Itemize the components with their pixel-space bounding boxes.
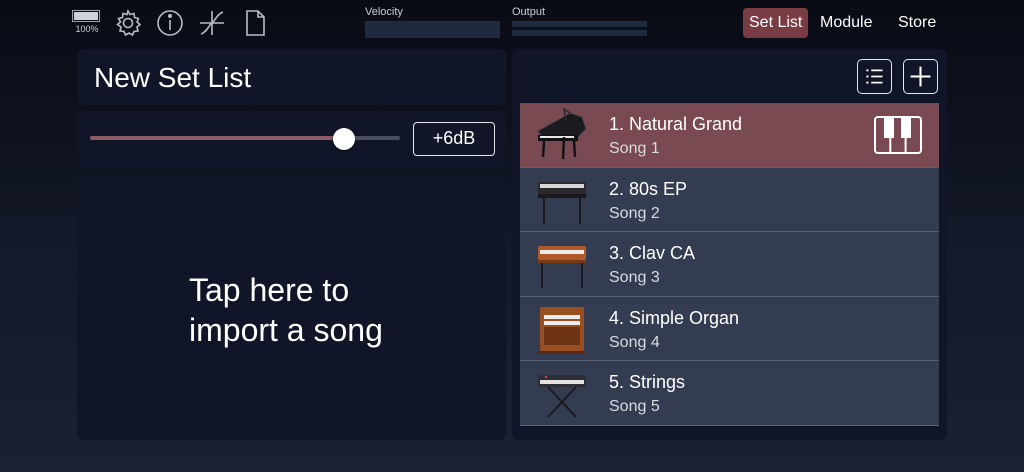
volume-panel: +6dB	[77, 111, 506, 167]
import-prompt: Tap here to import a song	[189, 270, 383, 350]
volume-slider-thumb[interactable]	[333, 128, 356, 150]
piano-keys-icon[interactable]	[873, 115, 923, 155]
document-icon[interactable]	[240, 8, 270, 38]
song-name: 1. Natural Grand	[609, 114, 743, 134]
gain-button[interactable]: +6dB	[413, 122, 495, 156]
song-name: 5. Strings	[609, 372, 686, 392]
gear-icon[interactable]	[113, 8, 143, 38]
organ-thumbnail	[530, 301, 594, 357]
song-row-3[interactable]: 3. Clav CA Song 3	[520, 232, 939, 297]
add-song-button[interactable]	[903, 59, 938, 94]
electric-piano-thumbnail	[530, 172, 594, 228]
list-view-button[interactable]	[857, 59, 892, 94]
battery-percent: 100%	[75, 24, 99, 34]
song-subtitle: Song 5	[609, 398, 660, 415]
output-meter: Output	[512, 6, 647, 36]
velocity-meter: Velocity	[365, 6, 500, 38]
list-icon	[866, 69, 883, 84]
import-song-area[interactable]: Tap here to import a song	[77, 173, 506, 440]
import-line-1: Tap here to	[189, 272, 350, 308]
setlist-title-panel: New Set List	[77, 49, 506, 105]
output-meter-left	[512, 21, 647, 27]
song-subtitle: Song 4	[609, 333, 660, 351]
song-subtitle: Song 1	[609, 140, 660, 157]
song-list: 1. Natural Grand Song 1 2. 80s EP Song 2…	[520, 103, 939, 426]
velocity-label: Velocity	[365, 6, 403, 18]
velocity-meter-bar	[365, 21, 500, 38]
import-line-2: import a song	[189, 312, 383, 348]
plus-icon	[910, 66, 931, 87]
info-icon[interactable]	[155, 8, 185, 38]
grand-piano-thumbnail	[530, 107, 594, 163]
song-row-1[interactable]: 1. Natural Grand Song 1	[520, 103, 939, 168]
song-name: 4. Simple Organ	[609, 307, 740, 328]
synth-strings-thumbnail	[530, 365, 594, 421]
tab-set-list[interactable]: Set List	[743, 8, 809, 38]
song-subtitle: Song 3	[609, 269, 660, 286]
song-subtitle: Song 2	[609, 204, 660, 222]
tab-store[interactable]: Store	[892, 8, 942, 38]
output-meter-right	[512, 30, 647, 36]
top-bar: 100% Velocity Output Set List Module Sto…	[0, 0, 1024, 46]
song-name: 2. 80s EP	[609, 178, 688, 199]
song-list-panel: 1. Natural Grand Song 1 2. 80s EP Song 2…	[512, 49, 947, 440]
battery-indicator: 100%	[72, 10, 102, 38]
battery-icon	[72, 10, 100, 22]
song-row-5[interactable]: 5. Strings Song 5	[520, 361, 939, 426]
curve-icon[interactable]	[197, 8, 227, 38]
volume-slider-fill	[90, 136, 345, 140]
setlist-title[interactable]: New Set List	[94, 62, 251, 94]
output-label: Output	[512, 6, 546, 18]
tab-module[interactable]: Module	[814, 8, 878, 38]
song-row-2[interactable]: 2. 80s EP Song 2	[520, 167, 939, 232]
song-row-4[interactable]: 4. Simple Organ Song 4	[520, 296, 939, 361]
song-name: 3. Clav CA	[609, 243, 696, 263]
clavinet-thumbnail	[530, 236, 594, 292]
